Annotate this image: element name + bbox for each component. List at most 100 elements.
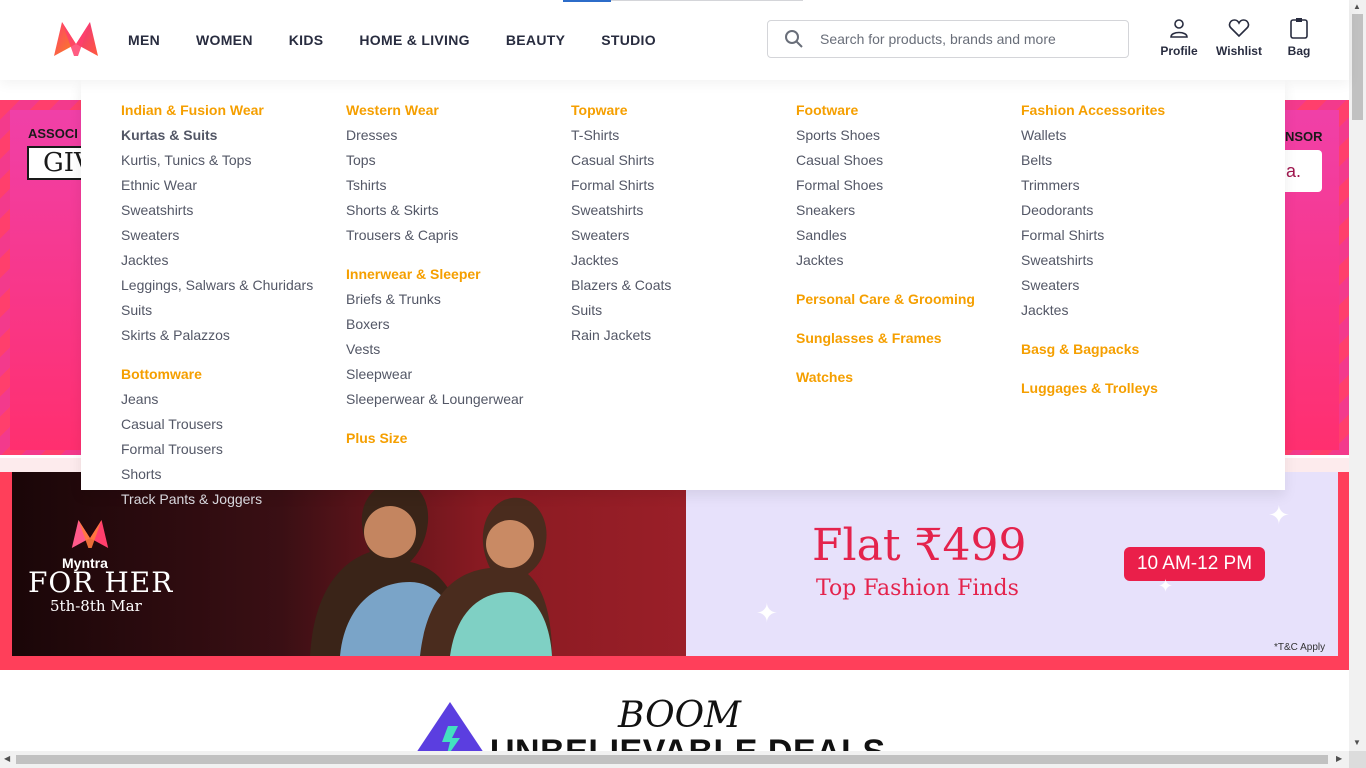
- menu-item[interactable]: Jeans: [121, 390, 346, 415]
- menu-item[interactable]: Kurtas & Suits: [121, 126, 346, 151]
- menu-item[interactable]: Sneakers: [796, 201, 1021, 226]
- sponsor-logo: ia.: [1282, 150, 1322, 192]
- nav-men[interactable]: MEN: [110, 0, 178, 80]
- menu-category-indian-fusion[interactable]: Indian & Fusion Wear: [121, 101, 346, 126]
- menu-item[interactable]: Tops: [346, 151, 571, 176]
- associate-logo: GIV: [27, 146, 93, 180]
- menu-item[interactable]: Formal Shirts: [1021, 226, 1246, 251]
- menu-item[interactable]: Sandles: [796, 226, 1021, 251]
- menu-category-fashion-accessories[interactable]: Fashion Accessorites: [1021, 101, 1246, 126]
- header-actions: Profile Wishlist Bag: [1149, 16, 1329, 58]
- menu-item[interactable]: Skirts & Palazzos: [121, 326, 346, 351]
- menu-item[interactable]: Shorts: [121, 465, 346, 490]
- menu-category-watches[interactable]: Watches: [796, 368, 1021, 393]
- nav-women[interactable]: WOMEN: [178, 0, 271, 80]
- menu-item[interactable]: Jacktes: [1021, 301, 1246, 326]
- menu-item[interactable]: Belts: [1021, 151, 1246, 176]
- bag-label: Bag: [1287, 44, 1311, 58]
- menu-item[interactable]: Briefs & Trunks: [346, 290, 571, 315]
- menu-category-topware[interactable]: Topware: [571, 101, 796, 126]
- menu-item[interactable]: Blazers & Coats: [571, 276, 796, 301]
- menu-item[interactable]: Deodorants: [1021, 201, 1246, 226]
- women-mega-menu: Indian & Fusion Wear Kurtas & Suits Kurt…: [81, 80, 1285, 490]
- menu-item[interactable]: Formal Trousers: [121, 440, 346, 465]
- menu-category-sunglasses[interactable]: Sunglasses & Frames: [796, 329, 1021, 354]
- nav-beauty[interactable]: BEAUTY: [488, 0, 583, 80]
- menu-item[interactable]: Sweatshirts: [121, 201, 346, 226]
- menu-item[interactable]: Ethnic Wear: [121, 176, 346, 201]
- scroll-down-arrow-icon[interactable]: ▼: [1353, 738, 1361, 747]
- wishlist-button[interactable]: Wishlist: [1209, 16, 1269, 58]
- menu-item[interactable]: Leggings, Salwars & Churidars: [121, 276, 346, 301]
- menu-item[interactable]: Casual Trousers: [121, 415, 346, 440]
- menu-category-footware[interactable]: Footware: [796, 101, 1021, 126]
- menu-item[interactable]: Trousers & Capris: [346, 226, 571, 251]
- menu-item[interactable]: Sweaters: [121, 226, 346, 251]
- menu-item[interactable]: Jacktes: [796, 251, 1021, 276]
- menu-item[interactable]: Vests: [346, 340, 571, 365]
- models-image: [310, 481, 552, 656]
- menu-category-bags[interactable]: Basg & Bagpacks: [1021, 340, 1246, 365]
- menu-item[interactable]: Casual Shoes: [796, 151, 1021, 176]
- scroll-up-arrow-icon[interactable]: ▲: [1353, 2, 1361, 11]
- menu-item[interactable]: Trimmers: [1021, 176, 1246, 201]
- heart-icon: [1228, 19, 1250, 38]
- nav-studio[interactable]: STUDIO: [583, 0, 674, 80]
- nav-home-living[interactable]: HOME & LIVING: [341, 0, 487, 80]
- menu-item-overflow[interactable]: Track Pants & Joggers: [121, 491, 262, 507]
- menu-item[interactable]: Formal Shoes: [796, 176, 1021, 201]
- menu-spacer: [796, 276, 1021, 290]
- vertical-scroll-thumb[interactable]: [1352, 14, 1363, 120]
- menu-item[interactable]: Casual Shirts: [571, 151, 796, 176]
- menu-item[interactable]: Sleepwear: [346, 365, 571, 390]
- menu-category-personal-care[interactable]: Personal Care & Grooming: [796, 290, 1021, 315]
- sparkle-icon: ✦: [756, 598, 778, 628]
- menu-item[interactable]: Sweaters: [571, 226, 796, 251]
- menu-item[interactable]: Formal Shirts: [571, 176, 796, 201]
- horizontal-scrollbar[interactable]: ◀ ▶: [0, 751, 1349, 768]
- menu-item[interactable]: Kurtis, Tunics & Tops: [121, 151, 346, 176]
- main-nav: MEN WOMEN KIDS HOME & LIVING BEAUTY STUD…: [110, 0, 674, 80]
- scroll-left-arrow-icon[interactable]: ◀: [4, 754, 10, 763]
- menu-item[interactable]: Suits: [121, 301, 346, 326]
- menu-item[interactable]: Sweatshirts: [1021, 251, 1246, 276]
- menu-item[interactable]: Suits: [571, 301, 796, 326]
- profile-button[interactable]: Profile: [1149, 16, 1209, 58]
- menu-item[interactable]: T-Shirts: [571, 126, 796, 151]
- menu-item[interactable]: Sweatshirts: [571, 201, 796, 226]
- vertical-scrollbar[interactable]: ▲ ▼: [1349, 0, 1366, 751]
- menu-category-western-wear[interactable]: Western Wear: [346, 101, 571, 126]
- menu-category-plus-size[interactable]: Plus Size: [346, 429, 571, 454]
- menu-item[interactable]: Tshirts: [346, 176, 571, 201]
- myntra-logo[interactable]: [48, 16, 104, 62]
- menu-item[interactable]: Jacktes: [571, 251, 796, 276]
- menu-item[interactable]: Sleeperwear & Loungerwear: [346, 390, 571, 415]
- tab-indicator: [563, 0, 611, 2]
- menu-category-luggages[interactable]: Luggages & Trolleys: [1021, 379, 1246, 404]
- menu-item[interactable]: Rain Jackets: [571, 326, 796, 351]
- tab-indicator-track: [611, 0, 803, 1]
- search-bar[interactable]: [767, 20, 1129, 58]
- boom-title: BOOM: [618, 695, 742, 736]
- for-her-title: FOR HER: [28, 566, 174, 599]
- myntra-small-logo: [71, 519, 109, 549]
- menu-category-innerwear[interactable]: Innerwear & Sleeper: [346, 265, 571, 290]
- menu-category-bottomware[interactable]: Bottomware: [121, 365, 346, 390]
- menu-spacer: [796, 354, 1021, 368]
- menu-item[interactable]: Sports Shoes: [796, 126, 1021, 151]
- menu-item[interactable]: Sweaters: [1021, 276, 1246, 301]
- menu-item[interactable]: Dresses: [346, 126, 571, 151]
- menu-item[interactable]: Boxers: [346, 315, 571, 340]
- menu-item[interactable]: Shorts & Skirts: [346, 201, 571, 226]
- horizontal-scroll-thumb[interactable]: [16, 755, 1328, 764]
- scroll-right-arrow-icon[interactable]: ▶: [1336, 754, 1342, 763]
- top-header: MEN WOMEN KIDS HOME & LIVING BEAUTY STUD…: [0, 0, 1349, 80]
- scrollbar-corner: [1349, 751, 1366, 768]
- menu-item[interactable]: Wallets: [1021, 126, 1246, 151]
- menu-item[interactable]: Jacktes: [121, 251, 346, 276]
- menu-spacer: [346, 251, 571, 265]
- search-input[interactable]: [820, 31, 1120, 47]
- person-icon: [1170, 19, 1188, 38]
- bag-button[interactable]: Bag: [1269, 16, 1329, 58]
- nav-kids[interactable]: KIDS: [271, 0, 342, 80]
